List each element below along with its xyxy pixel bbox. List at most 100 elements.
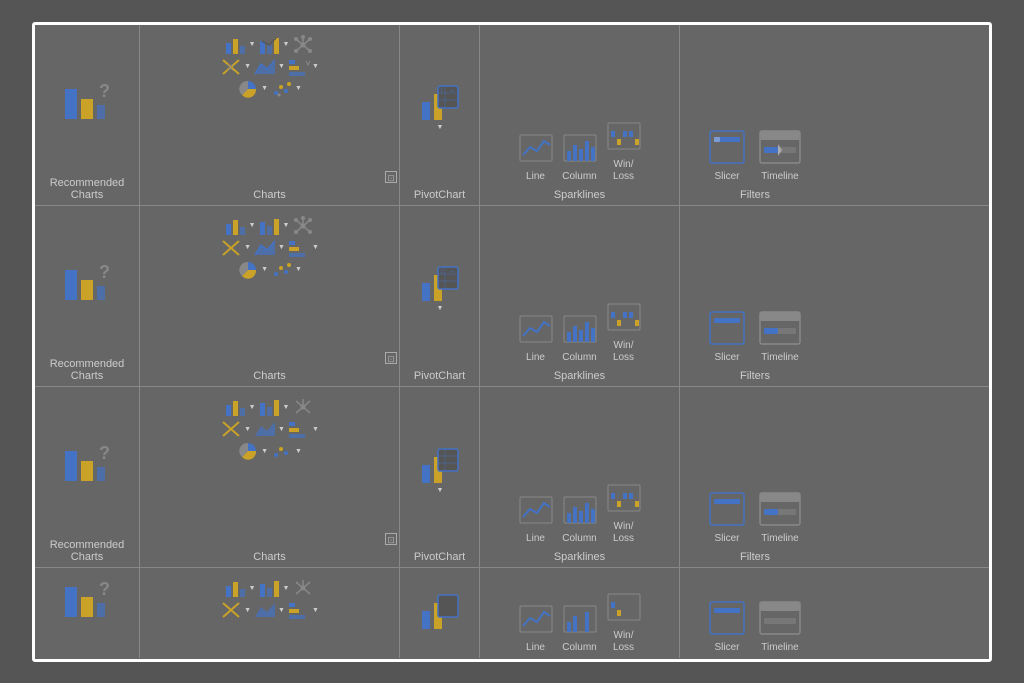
section-charts-4: ▼ ▼ ▼: [140, 568, 400, 658]
pie-chart-button-3[interactable]: [292, 397, 314, 417]
timeline-button-4[interactable]: Timeline: [758, 600, 802, 654]
ribbon-row-2: ? Recommended Charts ▼ ▼: [35, 206, 989, 387]
section-recommended-charts-4: ? Recommended Charts: [35, 568, 140, 658]
sparkline-line-button-2[interactable]: Line: [518, 314, 554, 364]
charts-label: Charts: [253, 189, 285, 203]
section-pivotchart-4: [400, 568, 480, 658]
sparkline-line-button[interactable]: Line: [518, 133, 554, 183]
area-chart-button-4[interactable]: ▼: [254, 600, 285, 620]
bar-chart-button-2[interactable]: ▼: [288, 238, 319, 258]
scatter-chart-button-3[interactable]: ▼: [220, 419, 251, 439]
charts-expand-icon-3[interactable]: ⊡: [385, 533, 397, 545]
scatter-dots-button-3[interactable]: ▼: [271, 441, 302, 461]
recommended-charts-label-3: Recommended Charts: [50, 539, 125, 565]
section-filters-2: Slicer Timeline Filters: [680, 206, 830, 386]
charts-expand-icon-2[interactable]: ⊡: [385, 352, 397, 364]
svg-text:?: ?: [99, 81, 110, 101]
filters-content-3: Slicer Timeline: [708, 393, 802, 547]
recommended-charts-icon[interactable]: ?: [61, 33, 113, 173]
sparkline-line-button-3[interactable]: Line: [518, 495, 554, 545]
timeline-button-3[interactable]: Timeline: [758, 491, 802, 545]
scatter-chart-button-2[interactable]: ▼: [220, 238, 251, 258]
line-chart-button-3[interactable]: ▼: [259, 397, 290, 417]
column-chart-button-2[interactable]: ▼: [225, 216, 256, 236]
pie-donut-button-2[interactable]: ▼: [237, 260, 268, 280]
sparkline-winloss-button-2[interactable]: Win/ Loss: [606, 302, 642, 364]
line-chart-button-4[interactable]: ▼: [259, 578, 290, 598]
charts-label-3: Charts: [253, 551, 285, 565]
slicer-button[interactable]: Slicer: [708, 129, 746, 183]
ribbon-row-4: ? Recommended Charts ▼ ▼: [35, 568, 989, 658]
pie-donut-button[interactable]: ▼: [237, 79, 268, 99]
ribbon-frame: ? Recommended Charts ▼: [32, 22, 992, 662]
bar-chart-button-3[interactable]: ▼: [288, 419, 319, 439]
pie-chart-button-4[interactable]: [292, 578, 314, 598]
pie-chart-button-2[interactable]: [292, 216, 314, 236]
ribbon-row-3: ? Recommended Charts ▼ ▼: [35, 387, 989, 568]
slicer-button-4[interactable]: Slicer: [708, 600, 746, 654]
column-chart-button[interactable]: ▼: [225, 35, 256, 55]
slicer-button-3[interactable]: Slicer: [708, 491, 746, 545]
pivotchart-button-4[interactable]: [420, 593, 460, 637]
timeline-button[interactable]: Timeline: [758, 129, 802, 183]
svg-text:↕: ↕: [440, 268, 444, 275]
recommended-charts-icon-3[interactable]: ?: [61, 395, 113, 535]
sparkline-column-label-4: Column: [562, 642, 596, 654]
section-charts-1: ▼ ▼: [140, 25, 400, 205]
scatter-dots-button[interactable]: ▼: [271, 79, 302, 99]
column-chart-button-3[interactable]: ▼: [225, 397, 256, 417]
column-chart-button-4[interactable]: ▼: [225, 578, 256, 598]
pie-chart-button[interactable]: [292, 35, 314, 55]
pivotchart-button-3[interactable]: ▼: [420, 447, 460, 494]
svg-text:?: ?: [99, 579, 110, 599]
scatter-chart-button[interactable]: X ▼: [220, 57, 251, 77]
section-pivotchart-2: ↕ ↔ ▼ PivotChart: [400, 206, 480, 386]
section-sparklines-2: Line Column Win/ Loss Sparklines: [480, 206, 680, 386]
section-pivotchart-3: ▼ PivotChart: [400, 387, 480, 567]
recommended-charts-icon-2[interactable]: ?: [61, 214, 113, 354]
section-filters-1: Slicer Timeline: [680, 25, 830, 205]
pie-donut-button-3[interactable]: ▼: [237, 441, 268, 461]
sparkline-line-button-4[interactable]: Line: [518, 604, 554, 654]
scatter-chart-button-4[interactable]: ▼: [220, 600, 251, 620]
section-recommended-charts-2: ? Recommended Charts: [35, 206, 140, 386]
recommended-charts-icon-4[interactable]: ?: [61, 576, 113, 626]
bar-chart-button-4[interactable]: ▼: [288, 600, 319, 620]
sparkline-column-button-3[interactable]: Column: [562, 495, 598, 545]
area-chart-button[interactable]: ▼: [254, 57, 285, 77]
sparkline-winloss-button-4[interactable]: Win/ Loss: [606, 592, 642, 654]
sparklines-label: Sparklines: [554, 189, 605, 203]
bar-chart-button[interactable]: ▼: [288, 57, 319, 77]
slicer-label-2: Slicer: [714, 352, 739, 364]
section-sparklines-4: Line Column Win/ Loss: [480, 568, 680, 658]
slicer-button-2[interactable]: Slicer: [708, 310, 746, 364]
recommended-charts-label: Recommended Charts: [50, 177, 125, 203]
sparkline-line-label: Line: [526, 171, 545, 183]
sparkline-line-label-2: Line: [526, 352, 545, 364]
sparkline-column-button-2[interactable]: Column: [562, 314, 598, 364]
sparkline-column-button-4[interactable]: Column: [562, 604, 598, 654]
sparkline-column-button[interactable]: Column: [562, 133, 598, 183]
timeline-button-2[interactable]: Timeline: [758, 310, 802, 364]
slicer-label: Slicer: [714, 171, 739, 183]
pivotchart-button-2[interactable]: ↕ ↔ ▼: [420, 265, 460, 312]
svg-text:↕: ↕: [440, 87, 444, 94]
section-recommended-charts-3: ? Recommended Charts: [35, 387, 140, 567]
area-chart-button-3[interactable]: ▼: [254, 419, 285, 439]
charts-label-2: Charts: [253, 370, 285, 384]
svg-text:↔: ↔: [449, 268, 456, 275]
scatter-dots-button-2[interactable]: ▼: [271, 260, 302, 280]
filters-content-1: Slicer Timeline: [708, 31, 802, 185]
line-chart-button[interactable]: ▼: [259, 35, 290, 55]
pivotchart-label-2: PivotChart: [414, 370, 465, 384]
filters-content-2: Slicer Timeline: [708, 212, 802, 366]
svg-text:?: ?: [99, 262, 110, 282]
charts-expand-icon[interactable]: ⊡: [385, 171, 397, 183]
sparklines-content-2: Line Column Win/ Loss: [518, 212, 642, 366]
pivotchart-button[interactable]: ↕ ↔ ▼: [420, 84, 460, 131]
sparkline-winloss-button[interactable]: Win/ Loss: [606, 121, 642, 183]
sparkline-winloss-button-3[interactable]: Win/ Loss: [606, 483, 642, 545]
section-pivotchart-1: ↕ ↔ ▼ PivotChart: [400, 25, 480, 205]
area-chart-button-2[interactable]: ▼: [254, 238, 285, 258]
line-chart-button-2[interactable]: ▼: [259, 216, 290, 236]
